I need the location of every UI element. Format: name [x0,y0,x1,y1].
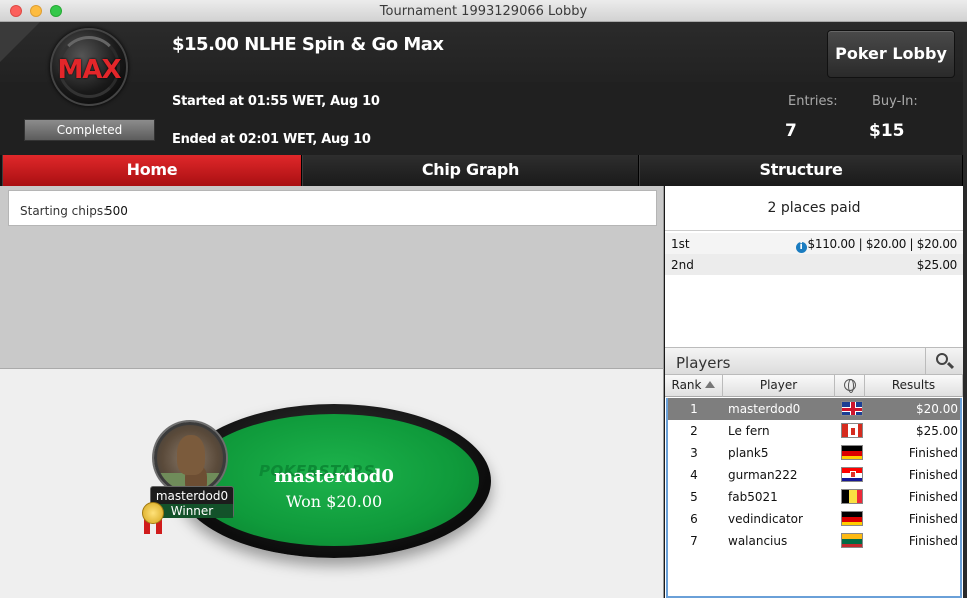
tournament-lobby-window: Tournament 1993129066 Lobby MAX Complete… [0,0,967,598]
flag-gb-icon [841,401,863,416]
tab-bar: Home Chip Graph Structure [0,155,963,186]
title-bar[interactable]: Tournament 1993129066 Lobby [0,0,967,22]
row-rank: 3 [690,446,698,460]
buyin-value: $15 [869,121,905,141]
row-result: Finished [908,490,958,504]
end-time: Ended at 02:01 WET, Aug 10 [172,132,371,147]
row-result: Finished [908,534,958,548]
avatar-head [177,435,205,475]
row-result: Finished [908,512,958,526]
poker-lobby-button[interactable]: Poker Lobby [827,30,955,78]
winner-medal-icon [142,502,164,524]
row-rank: 5 [690,490,698,504]
column-header-rank[interactable]: Rank [665,375,723,397]
player-search-button[interactable] [925,348,963,375]
row-rank: 1 [690,402,698,416]
starting-chips-box: Starting chips: 500 [8,190,657,226]
row-result: $20.00 [916,402,958,416]
table-row[interactable]: 6 vedindicator Finished [668,508,960,530]
flag-lt-icon [841,533,863,548]
tournament-name: $15.00 NLHE Spin & Go Max [172,34,444,55]
flag-hr-icon [841,467,863,482]
tournament-header: MAX Completed $15.00 NLHE Spin & Go Max … [0,22,963,155]
seat-player-name: masterdod0 [155,489,229,503]
column-header-results[interactable]: Results [865,375,963,397]
starting-chips-value: 500 [105,204,128,218]
starting-chips-label: Starting chips: [20,204,108,218]
start-time: Started at 01:55 WET, Aug 10 [172,94,380,109]
row-rank: 7 [690,534,698,548]
flag-ca-icon [841,423,863,438]
prize-row: 1st i $110.00 | $20.00 | $20.00 [665,233,963,254]
logo-text: MAX [57,55,121,85]
column-header-country[interactable] [835,375,865,397]
row-player-name: walancius [728,534,788,548]
table-row[interactable]: 4 gurman222 Finished [668,464,960,486]
table-winner-name: masterdod0 [274,466,394,487]
row-player-name: plank5 [728,446,769,460]
desktop-edge [963,22,967,598]
row-player-name: Le fern [728,424,770,438]
player-avatar[interactable] [154,422,226,494]
table-row[interactable]: 3 plank5 Finished [668,442,960,464]
tab-structure[interactable]: Structure [639,155,963,186]
status-badge: Completed [24,119,155,144]
row-result: Finished [908,468,958,482]
entries-label: Entries: [788,94,838,109]
row-rank: 4 [690,468,698,482]
poker-table[interactable]: POKERSTARS masterdod0 Won $20.00 [177,404,491,558]
places-paid-header: 2 places paid [665,186,963,231]
prize-amount: $25.00 [916,258,958,272]
prize-row: 2nd $25.00 [665,254,963,275]
magnifier-handle [946,361,955,370]
header-corner-decoration [0,22,40,62]
players-header: Players [665,347,963,375]
table-row[interactable]: 1 masterdod0 $20.00 [668,398,960,420]
tab-chip-graph[interactable]: Chip Graph [302,155,639,186]
row-result: Finished [908,446,958,460]
table-row[interactable]: 2 Le fern $25.00 [668,420,960,442]
row-player-name: fab5021 [728,490,778,504]
info-icon[interactable]: i [795,242,807,253]
column-header-player[interactable]: Player [723,375,835,397]
sort-ascending-icon [705,381,716,388]
home-info-panel: Starting chips: 500 [0,186,664,368]
results-panel: 2 places paid 1st i $110.00 | $20.00 | $2… [665,186,963,598]
prize-place: 2nd [671,258,694,272]
buyin-label: Buy-In: [872,94,918,109]
tab-home[interactable]: Home [2,155,302,186]
flag-be-icon [841,489,863,504]
row-player-name: vedindicator [728,512,803,526]
flag-de-icon [841,445,863,460]
prize-amount: i $110.00 | $20.00 | $20.00 [795,237,958,253]
row-rank: 2 [690,424,698,438]
row-player-name: gurman222 [728,468,798,482]
row-player-name: masterdod0 [728,402,801,416]
prize-amount-text: $110.00 | $20.00 | $20.00 [807,237,958,251]
globe-icon [843,379,856,393]
row-rank: 6 [690,512,698,526]
column-rank-label: Rank [671,378,702,392]
table-felt: POKERSTARS masterdod0 Won $20.00 [189,414,479,546]
entries-value: 7 [785,121,797,141]
max-logo: MAX [50,28,128,106]
window-title: Tournament 1993129066 Lobby [379,4,588,19]
players-title: Players [676,354,731,372]
row-result: $25.00 [916,424,958,438]
players-list[interactable]: 1 masterdod0 $20.00 2 Le fern $25.00 3 p… [666,398,962,598]
table-row[interactable]: 5 fab5021 Finished [668,486,960,508]
flag-de-icon [841,511,863,526]
prize-place: 1st [671,237,690,251]
table-row[interactable]: 7 walancius Finished [668,530,960,552]
